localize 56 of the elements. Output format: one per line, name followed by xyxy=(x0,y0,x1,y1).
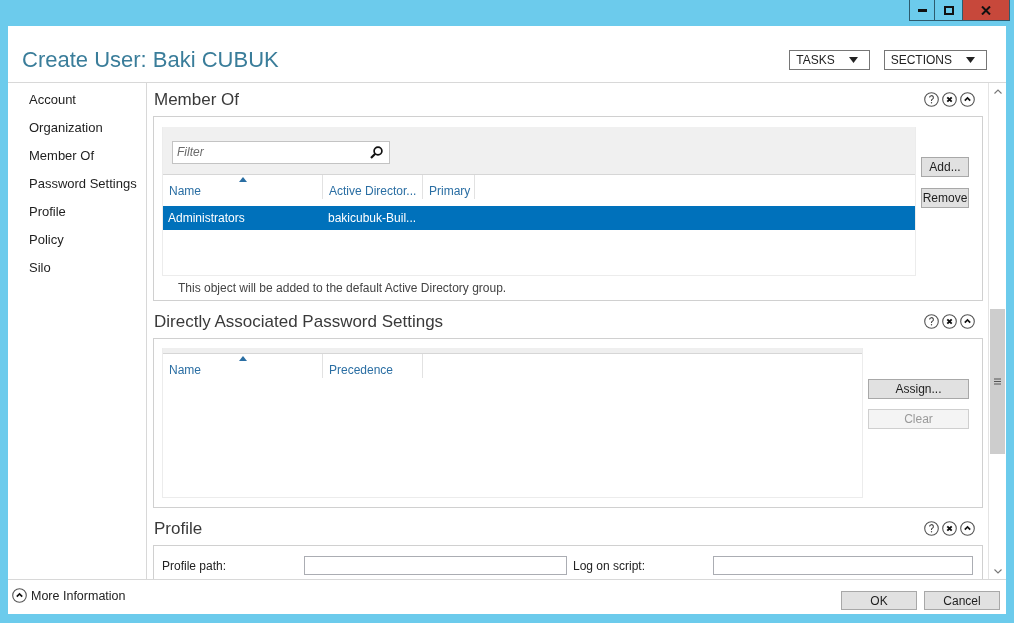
sort-arrow-icon xyxy=(238,177,247,182)
table-cell-text: bakicubuk-Buil... xyxy=(327,211,418,225)
dialog-title: Create User: Baki CUBUK xyxy=(22,47,280,73)
sidebar-item[interactable]: Silo xyxy=(29,254,51,282)
column-header[interactable]: Precedence xyxy=(323,354,423,378)
dialog-button[interactable]: Cancel xyxy=(924,591,1000,610)
caret-icon xyxy=(848,57,858,63)
dialog-button[interactable]: OK xyxy=(841,591,917,610)
column-header[interactable]: Name xyxy=(163,354,323,378)
maximize-icon xyxy=(943,5,954,15)
action-button[interactable]: Add... xyxy=(921,157,969,177)
sidebar-item[interactable]: Policy xyxy=(29,226,64,254)
dropdown-button[interactable]: TASKS xyxy=(789,50,870,70)
column-header[interactable]: Primary xyxy=(423,175,475,199)
sidebar-item[interactable]: Member Of xyxy=(29,142,94,170)
sidebar-item[interactable]: Account xyxy=(29,86,76,114)
close-button[interactable] xyxy=(962,0,1010,21)
field-label: Profile path: xyxy=(162,558,228,573)
chevron-down-icon[interactable] xyxy=(993,568,1002,574)
input-field[interactable] xyxy=(304,556,567,575)
minimize-button[interactable] xyxy=(909,0,935,21)
sidebar-item[interactable]: Password Settings xyxy=(29,170,137,198)
table-cell-text: Administrators xyxy=(167,211,246,225)
sidebar-item[interactable]: Profile xyxy=(29,198,66,226)
sidebar-item[interactable]: Organization xyxy=(29,114,103,142)
close-icon xyxy=(981,5,991,15)
help-icon[interactable] xyxy=(924,92,939,107)
info-text: This object will be added to the default Active Directory group. xyxy=(177,280,508,297)
sort-arrow-icon xyxy=(238,356,247,361)
collapse-icon[interactable] xyxy=(960,92,975,107)
section-title: Profile xyxy=(154,518,204,539)
table-row[interactable]: Administrators bakicubuk-Buil... xyxy=(163,206,915,230)
section-title: Directly Associated Password Settings xyxy=(154,311,445,332)
caret-icon xyxy=(966,57,975,63)
column-header[interactable]: Active Director... xyxy=(323,175,423,199)
field-label: Log on script: xyxy=(573,558,647,573)
collapse-icon[interactable] xyxy=(960,521,975,536)
minimize-icon xyxy=(917,8,927,12)
collapse-icon[interactable] xyxy=(960,314,975,329)
help-icon[interactable] xyxy=(924,521,939,536)
dropdown-button[interactable]: SECTIONS xyxy=(883,50,987,70)
action-button[interactable]: Assign... xyxy=(868,379,969,399)
close-icon[interactable] xyxy=(942,92,957,107)
chevron-up-icon[interactable] xyxy=(12,588,27,603)
more-information-button[interactable]: More Information xyxy=(12,588,126,603)
scrollbar-thumb[interactable] xyxy=(990,309,1005,454)
input-field[interactable] xyxy=(713,556,973,575)
grip-icon xyxy=(994,378,1001,385)
filter-field[interactable]: Filter xyxy=(172,140,390,164)
action-button[interactable]: Remove xyxy=(921,188,969,208)
close-icon[interactable] xyxy=(942,521,957,536)
section-title: Member Of xyxy=(154,89,241,110)
column-header[interactable]: Name xyxy=(163,175,323,199)
help-icon[interactable] xyxy=(924,314,939,329)
scrollbar[interactable] xyxy=(988,83,1006,579)
close-icon[interactable] xyxy=(942,314,957,329)
